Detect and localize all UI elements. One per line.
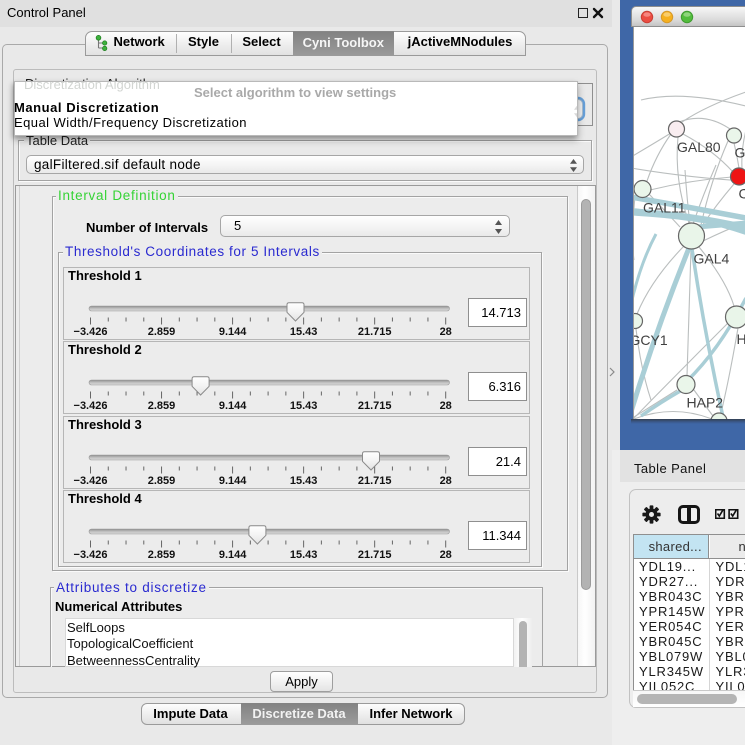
svg-text:2.859: 2.859: [148, 400, 176, 412]
svg-text:−3.426: −3.426: [74, 475, 108, 487]
svg-text:−3.426: −3.426: [74, 549, 108, 561]
svg-text:−3.426: −3.426: [74, 400, 108, 412]
svg-text:21.715: 21.715: [358, 400, 392, 412]
svg-text:−3.426: −3.426: [74, 326, 108, 338]
svg-text:GAL80: GAL80: [677, 139, 721, 155]
svg-text:2.859: 2.859: [148, 326, 176, 338]
svg-text:15.43: 15.43: [290, 326, 318, 338]
svg-text:21.715: 21.715: [358, 326, 392, 338]
svg-text:C: C: [739, 186, 745, 202]
svg-text:21.715: 21.715: [358, 549, 392, 561]
svg-text:28: 28: [440, 400, 452, 412]
svg-text:15.43: 15.43: [290, 400, 318, 412]
svg-text:H: H: [737, 331, 745, 347]
svg-text:HAP2: HAP2: [687, 395, 724, 411]
svg-text:9.144: 9.144: [219, 475, 247, 487]
svg-text:9.144: 9.144: [219, 326, 247, 338]
svg-text:15.43: 15.43: [290, 475, 318, 487]
svg-text:28: 28: [440, 326, 452, 338]
svg-text:2.859: 2.859: [148, 475, 176, 487]
svg-text:9.144: 9.144: [219, 400, 247, 412]
svg-text:28: 28: [440, 549, 452, 561]
svg-text:2.859: 2.859: [148, 549, 176, 561]
svg-text:G.: G.: [735, 145, 745, 161]
svg-text:15.43: 15.43: [290, 549, 318, 561]
svg-text:28: 28: [440, 475, 452, 487]
svg-text:21.715: 21.715: [358, 475, 392, 487]
svg-text:GAL11: GAL11: [643, 200, 686, 216]
svg-text:GCY1: GCY1: [634, 332, 668, 348]
svg-text:GAL4: GAL4: [694, 251, 730, 267]
svg-text:9.144: 9.144: [219, 549, 247, 561]
